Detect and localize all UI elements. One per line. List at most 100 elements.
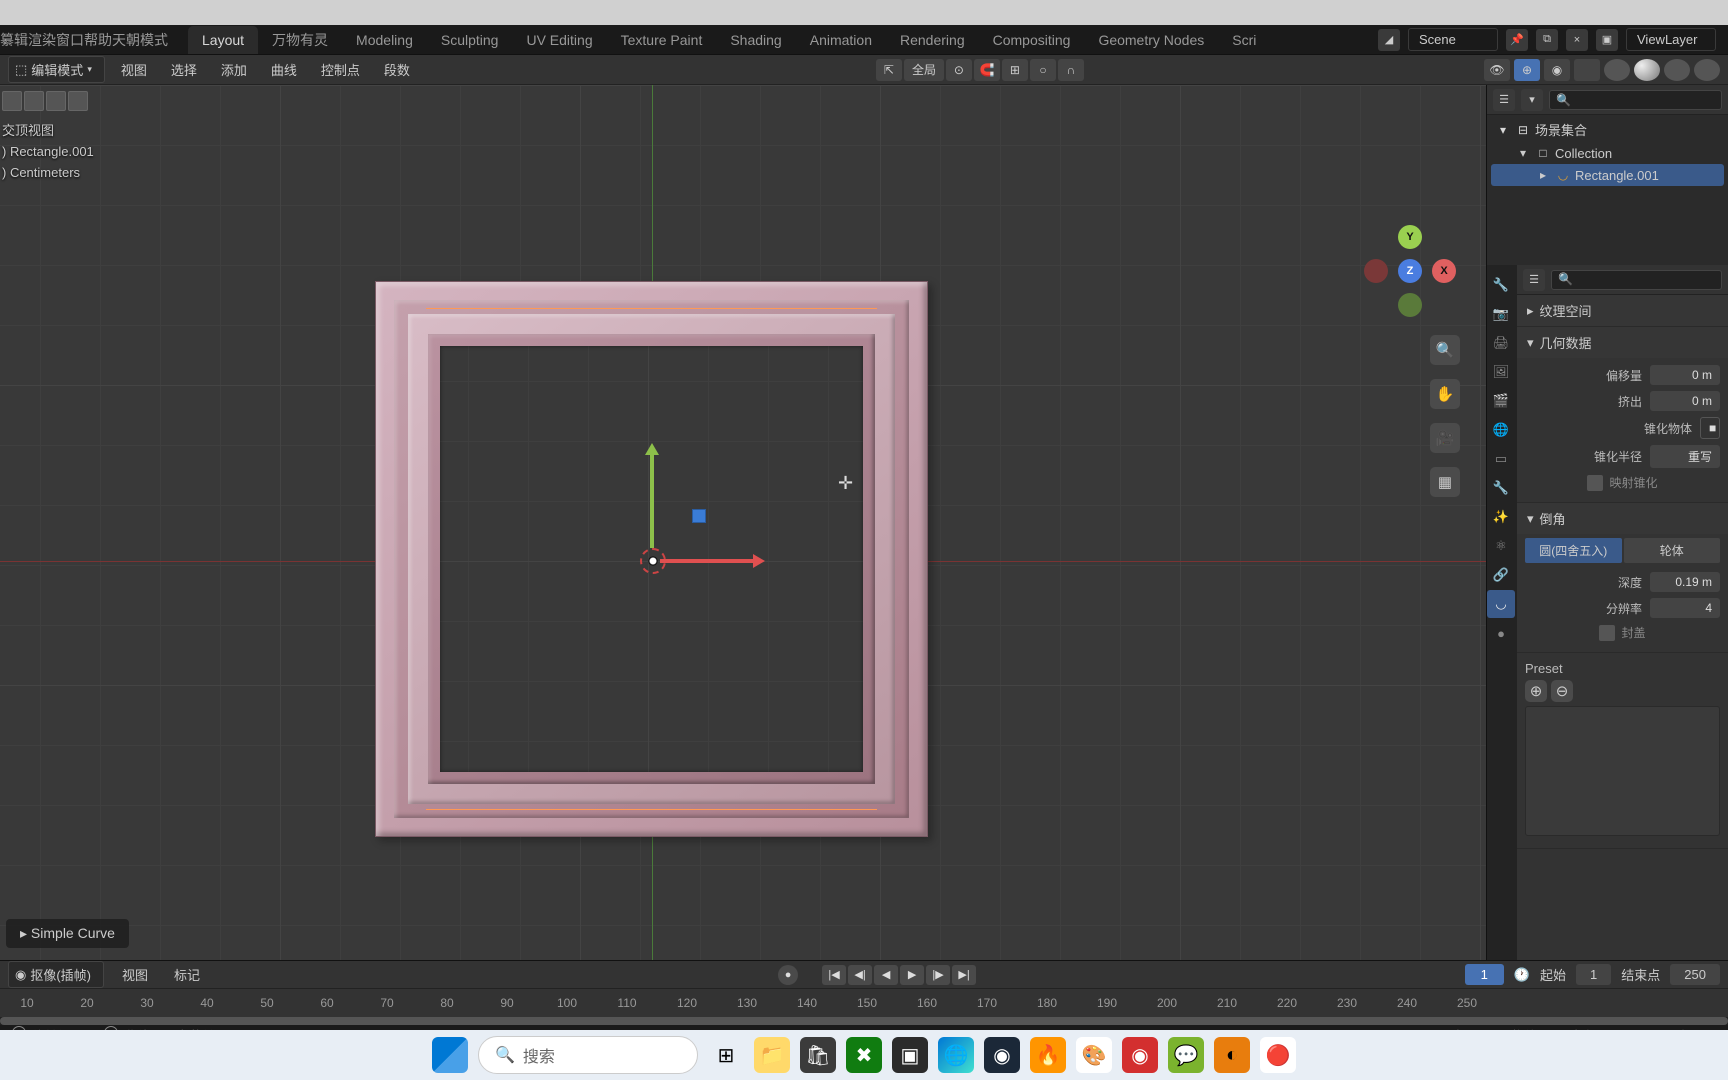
falloff-icon[interactable]: ∩ (1058, 59, 1084, 81)
ws-animation[interactable]: Animation (796, 26, 886, 54)
nav-x-icon[interactable]: X (1432, 259, 1456, 283)
store-icon[interactable]: 🛍 (800, 1037, 836, 1073)
outliner-display-icon[interactable]: ▾ (1521, 89, 1543, 111)
gizmo-xy-plane[interactable] (692, 509, 706, 523)
tab-physics-icon[interactable]: ⚛ (1487, 532, 1515, 560)
edge-select-icon[interactable] (24, 91, 44, 111)
app2-icon[interactable]: 🔥 (1030, 1037, 1066, 1073)
timeline-scrollbar[interactable] (0, 1017, 1728, 1025)
disclosure-icon[interactable]: ▾ (1515, 145, 1531, 161)
solid-shade-icon[interactable] (1634, 59, 1660, 81)
timeline-ruler[interactable]: 1020304050607080901001101201301401501601… (0, 989, 1728, 1017)
viewlayer-name[interactable]: ViewLayer (1626, 28, 1716, 51)
blender-icon[interactable]: ◐ (1214, 1037, 1250, 1073)
resolution-input[interactable]: 4 (1650, 598, 1720, 618)
hdr-segment[interactable]: 段数 (376, 56, 418, 83)
bevel-profile-curve[interactable] (1525, 706, 1720, 836)
taper-map-checkbox[interactable] (1587, 475, 1603, 491)
nav-x-neg-icon[interactable] (1364, 259, 1388, 283)
taskview-icon[interactable]: ⊞ (708, 1037, 744, 1073)
menu-window[interactable]: 窗口 (56, 30, 84, 50)
ws-shading[interactable]: Shading (716, 26, 795, 54)
gizmo-x-axis[interactable] (660, 559, 760, 563)
pivot-icon[interactable]: ⊙ (946, 59, 972, 81)
autokey-icon[interactable]: ● (778, 965, 798, 985)
play-icon[interactable]: ▶ (900, 965, 924, 985)
offset-input[interactable]: 0 m (1650, 365, 1720, 385)
pan-icon[interactable]: ✋ (1430, 379, 1460, 409)
scene-copy-icon[interactable]: ⧉ (1536, 29, 1558, 51)
outliner-object-row[interactable]: ▸ ◡ Rectangle.001 (1491, 164, 1724, 186)
xray-icon[interactable] (1574, 59, 1600, 81)
tab-modifier-icon[interactable]: 🔧 (1487, 474, 1515, 502)
gizmo-toggle-icon[interactable]: ⊕ (1514, 59, 1540, 81)
tab-output-icon[interactable]: 🖨 (1487, 329, 1515, 357)
render-shade-icon[interactable] (1694, 59, 1720, 81)
snap-type-icon[interactable]: ⊞ (1002, 59, 1028, 81)
jump-start-icon[interactable]: |◀ (822, 965, 846, 985)
prop-mode-icon[interactable]: ☰ (1523, 269, 1545, 291)
tab-world-icon[interactable]: 🌐 (1487, 416, 1515, 444)
vert-select-icon[interactable] (2, 91, 22, 111)
xbox-icon[interactable]: ✖ (846, 1037, 882, 1073)
ws-sculpting[interactable]: Sculpting (427, 26, 513, 54)
orientation-label[interactable]: 全局 (904, 59, 944, 81)
outliner-mode-icon[interactable]: ☰ (1493, 89, 1515, 111)
menu-edit[interactable]: 纂辑 (0, 30, 28, 50)
proportional-icon[interactable]: ○ (1030, 59, 1056, 81)
current-frame[interactable]: 1 (1465, 964, 1504, 985)
ws-scripting[interactable]: Scri (1218, 26, 1270, 54)
face-select-icon[interactable] (46, 91, 66, 111)
disclosure-icon[interactable]: ▸ (1535, 167, 1551, 183)
start-frame[interactable]: 1 (1576, 964, 1611, 985)
sec-geometry[interactable]: ▾几何数据 (1517, 327, 1728, 358)
ws-uv[interactable]: UV Editing (512, 26, 606, 54)
ws-compositing[interactable]: Compositing (979, 26, 1085, 54)
hdr-select[interactable]: 选择 (163, 56, 205, 83)
nav-y-icon[interactable]: Y (1398, 225, 1422, 249)
sel-icon-4[interactable] (68, 91, 88, 111)
clock-icon[interactable]: 🕐 (1514, 967, 1530, 983)
wechat-icon[interactable]: 💬 (1168, 1037, 1204, 1073)
tab-scene-icon[interactable]: 🎬 (1487, 387, 1515, 415)
3d-viewport[interactable]: 交顶视图 ) Rectangle.001 ) Centimeters ✛ Y Z (0, 85, 1486, 960)
menu-help[interactable]: 帮助 (84, 30, 112, 50)
scene-browse-icon[interactable]: ◢ (1378, 29, 1400, 51)
outliner-scene-row[interactable]: ▾ ⊟ 场景集合 (1491, 117, 1724, 142)
mode-selector[interactable]: ⬚ 编辑模式 ▾ (8, 56, 105, 83)
steam-icon[interactable]: ◉ (984, 1037, 1020, 1073)
nav-y-neg-icon[interactable] (1398, 293, 1422, 317)
preset-remove-icon[interactable]: ⊖ (1551, 680, 1573, 702)
wire-shade-icon[interactable] (1604, 59, 1630, 81)
hdr-curve[interactable]: 曲线 (263, 56, 305, 83)
outliner-search[interactable]: 🔍 (1549, 90, 1722, 110)
jump-end-icon[interactable]: ▶| (952, 965, 976, 985)
hdr-view[interactable]: 视图 (113, 56, 155, 83)
ws-texture[interactable]: Texture Paint (607, 26, 717, 54)
tab-particles-icon[interactable]: ✨ (1487, 503, 1515, 531)
ws-rendering[interactable]: Rendering (886, 26, 979, 54)
zoom-icon[interactable]: 🔍 (1430, 335, 1460, 365)
tl-view[interactable]: 视图 (114, 961, 156, 988)
sec-texture-space[interactable]: ▸纹理空间 (1517, 295, 1728, 326)
navigation-gizmo[interactable]: Y Z X (1364, 225, 1456, 317)
tab-constraints-icon[interactable]: 🔗 (1487, 561, 1515, 589)
scene-name[interactable]: Scene (1408, 28, 1498, 51)
preset-add-icon[interactable]: ⊕ (1525, 680, 1547, 702)
app5-icon[interactable]: 🔴 (1260, 1037, 1296, 1073)
depth-input[interactable]: 0.19 m (1650, 572, 1720, 592)
ws-layout[interactable]: Layout (188, 26, 258, 54)
matprev-shade-icon[interactable] (1664, 59, 1690, 81)
tab-tool-icon[interactable]: 🔧 (1487, 271, 1515, 299)
app3-icon[interactable]: 🎨 (1076, 1037, 1112, 1073)
last-operator[interactable]: ▸ Simple Curve (6, 919, 129, 948)
extrude-input[interactable]: 0 m (1650, 391, 1720, 411)
app4-icon[interactable]: ◉ (1122, 1037, 1158, 1073)
hdr-ctrl[interactable]: 控制点 (313, 56, 368, 83)
hdr-add[interactable]: 添加 (213, 56, 255, 83)
taper-object-picker[interactable]: ■ (1700, 417, 1720, 439)
keyframe-prev-icon[interactable]: ◀| (848, 965, 872, 985)
bevel-round-btn[interactable]: 圆(四舍五入) (1525, 538, 1622, 563)
taper-radius-input[interactable]: 重写 (1650, 445, 1720, 468)
sec-bevel[interactable]: ▾倒角 (1517, 503, 1728, 534)
